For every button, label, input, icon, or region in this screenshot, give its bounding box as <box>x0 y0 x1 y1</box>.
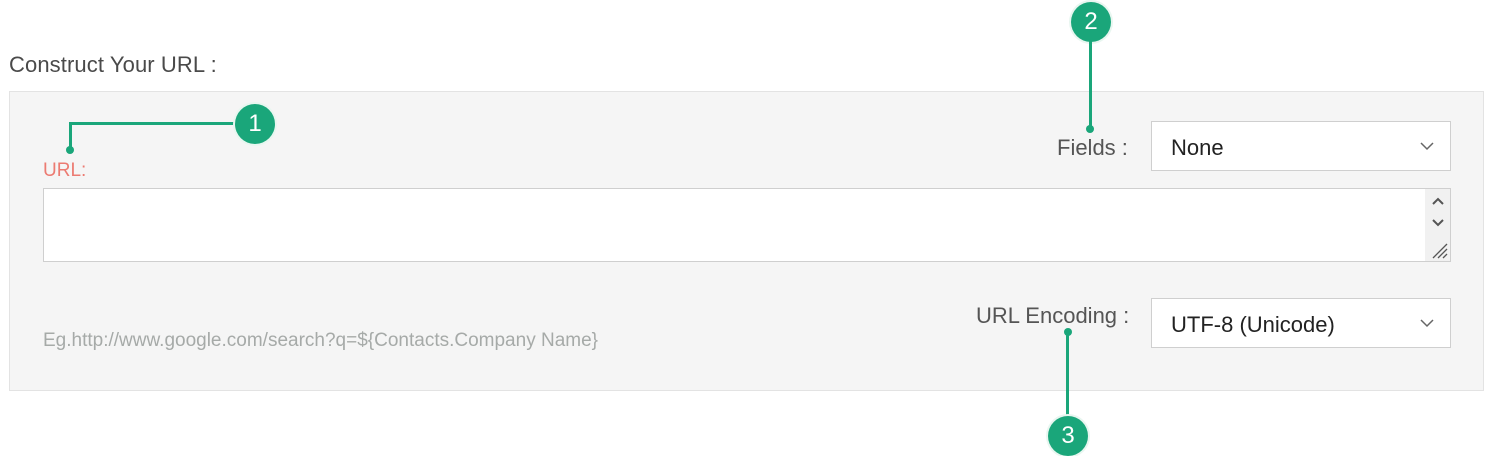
callout-badge-3: 3 <box>1048 416 1088 456</box>
callout-1-line <box>69 122 239 125</box>
url-example-hint: Eg.http://www.google.com/search?q=${Cont… <box>43 330 598 351</box>
callout-badge-1: 1 <box>235 104 275 144</box>
chevron-down-icon <box>1420 139 1434 153</box>
section-title: Construct Your URL : <box>9 52 217 77</box>
callout-1-dot <box>66 146 74 154</box>
chevron-down-icon <box>1420 316 1434 330</box>
scroll-down-icon[interactable] <box>1425 213 1450 233</box>
fields-label: Fields : <box>1057 135 1128 160</box>
url-label: URL: <box>43 160 87 181</box>
callout-badge-2: 2 <box>1071 2 1111 42</box>
callout-2-line <box>1089 40 1092 128</box>
resize-grip-icon[interactable] <box>1427 238 1449 260</box>
url-encoding-selected-value: UTF-8 (Unicode) <box>1171 312 1335 337</box>
fields-selected-value: None <box>1171 135 1224 160</box>
url-textarea[interactable] <box>44 189 1424 261</box>
url-textarea-container[interactable] <box>43 188 1451 262</box>
callout-2-dot <box>1086 125 1094 133</box>
fields-select[interactable]: None <box>1151 121 1451 171</box>
url-encoding-select[interactable]: UTF-8 (Unicode) <box>1151 298 1451 348</box>
callout-3-line <box>1066 332 1069 418</box>
scroll-up-icon[interactable] <box>1425 191 1450 211</box>
url-encoding-label: URL Encoding : <box>976 303 1130 328</box>
